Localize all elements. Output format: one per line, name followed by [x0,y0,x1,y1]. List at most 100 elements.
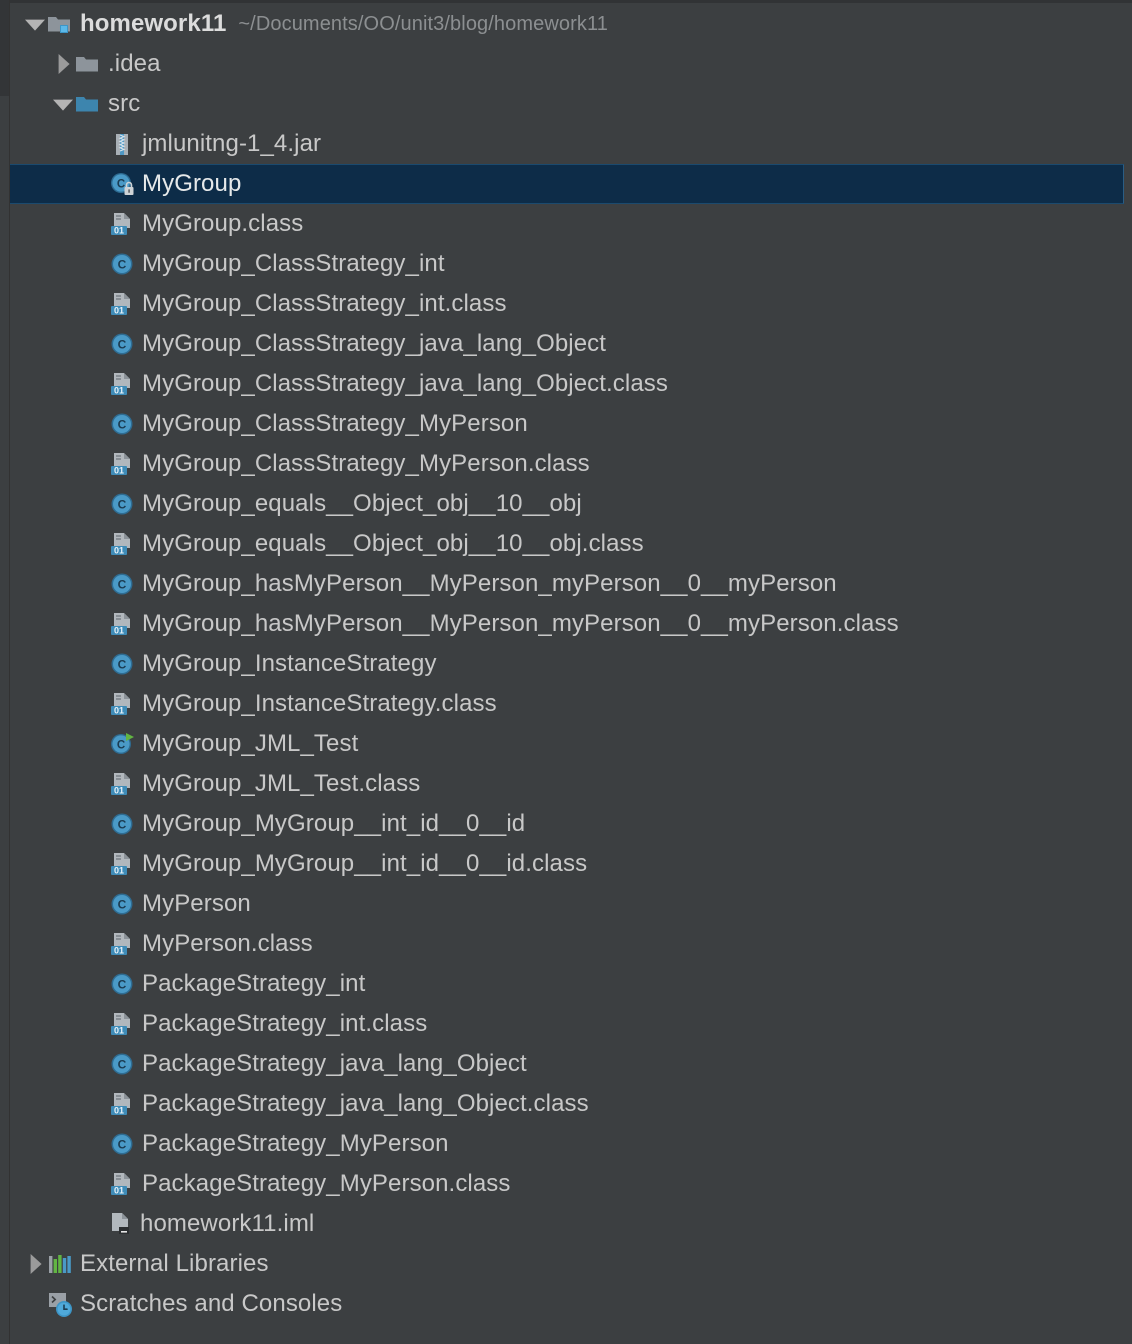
tree-row-label: MyGroup.class [142,210,304,237]
tree-row[interactable]: 01 MyPerson.class [10,924,1132,964]
tree-row-label: jmlunitng-1_4.jar [142,130,322,157]
tree-row[interactable]: 01 MyGroup_ClassStrategy_MyPerson.class [10,444,1132,484]
svg-text:C: C [118,978,127,992]
tree-row[interactable]: C MyGroup_equals__Object_obj__10__obj [10,484,1132,524]
tree-row-label: MyGroup_ClassStrategy_java_lang_Object [142,330,607,357]
tree-row[interactable]: 01 MyGroup_equals__Object_obj__10__obj.cl… [10,524,1132,564]
tree-row[interactable]: 01 MyGroup.class [10,204,1132,244]
java-class-icon: C [108,490,136,518]
java-class-icon: C [108,890,136,918]
class-file-icon: 01 [108,450,136,478]
tree-row[interactable]: 01 MyGroup_JML_Test.class [10,764,1132,804]
vertical-scrollbar[interactable] [0,0,10,1344]
tree-row-label: .idea [108,50,161,77]
class-file-icon: 01 [108,850,136,878]
tree-row[interactable]: C PackageStrategy_java_lang_Object [10,1044,1132,1084]
tree-row[interactable]: 01 MyGroup_ClassStrategy_int.class [10,284,1132,324]
tree-row-label: MyPerson.class [142,930,313,957]
java-class-icon: C [108,1130,136,1158]
tree-row-label: PackageStrategy_MyPerson [142,1130,449,1157]
tree-row[interactable]: C PackageStrategy_MyPerson [10,1124,1132,1164]
tree-row[interactable]: .idea [10,44,1132,84]
tree-row[interactable]: External Libraries [10,1244,1132,1284]
svg-text:01: 01 [114,945,124,955]
tree-row[interactable]: C MyGroup_ClassStrategy_int [10,244,1132,284]
tree-row[interactable]: C MyGroup_InstanceStrategy [10,644,1132,684]
panel-top-border [10,0,1132,3]
svg-text:C: C [117,178,125,190]
tree-row-module-root[interactable]: homework11 ~/Documents/OO/unit3/blog/home… [10,4,1132,44]
java-class-icon: C [108,250,136,278]
chevron-right-icon[interactable] [24,1244,46,1284]
chevron-down-icon[interactable] [52,84,74,124]
java-class-icon: C [108,330,136,358]
class-file-icon: 01 [108,690,136,718]
tree-row-label: MyGroup_ClassStrategy_java_lang_Object.c… [142,370,668,397]
tree-row-label: PackageStrategy_int.class [142,1010,428,1037]
tree-row[interactable]: C MyGroup_JML_Test [10,724,1132,764]
tree-row-label: MyGroup_ClassStrategy_MyPerson.class [142,450,590,477]
tree-row-label: MyGroup_hasMyPerson__MyPerson_myPerson__… [142,570,837,597]
vertical-scrollbar-thumb[interactable] [0,0,9,96]
svg-text:C: C [118,418,127,432]
chevron-right-icon[interactable] [52,44,74,84]
project-tool-window: homework11 ~/Documents/OO/unit3/blog/home… [0,0,1132,1344]
folder-icon [74,50,102,78]
svg-text:01: 01 [114,225,124,235]
class-file-icon: 01 [108,930,136,958]
svg-text:C: C [118,818,127,832]
tree-row-label: Scratches and Consoles [80,1290,343,1317]
svg-text:C: C [118,898,127,912]
class-file-icon: 01 [108,210,136,238]
java-class-icon: C [108,1050,136,1078]
tree-row-label: PackageStrategy_java_lang_Object [142,1050,527,1077]
svg-text:C: C [118,578,127,592]
tree-row[interactable]: C MyGroup [10,164,1124,204]
tree-row[interactable]: 01 PackageStrategy_MyPerson.class [10,1164,1132,1204]
tree-row[interactable]: C MyGroup_hasMyPerson__MyPerson_myPerson_… [10,564,1132,604]
tree-row-label: homework11.iml [140,1210,315,1237]
tree-row[interactable]: C PackageStrategy_int [10,964,1132,1004]
svg-text:01: 01 [114,625,124,635]
tree-row[interactable]: C MyGroup_ClassStrategy_java_lang_Object [10,324,1132,364]
tree-row-label: MyGroup_equals__Object_obj__10__obj.clas… [142,530,644,557]
chevron-down-icon[interactable] [24,4,46,44]
tree-row[interactable]: src [10,84,1132,124]
tree-row-label: MyGroup_ClassStrategy_int [142,250,445,277]
tree-row[interactable]: 01 PackageStrategy_java_lang_Object.class [10,1084,1132,1124]
tree-row[interactable]: C MyGroup_ClassStrategy_MyPerson [10,404,1132,444]
java-class-locked-icon: C [108,170,136,198]
tree-row-label: MyGroup_InstanceStrategy [142,650,437,677]
tree-row-label: src [108,90,141,117]
svg-text:01: 01 [114,465,124,475]
svg-text:01: 01 [114,385,124,395]
class-file-icon: 01 [108,1170,136,1198]
tree-row-label: MyGroup_ClassStrategy_MyPerson [142,410,528,437]
tree-row[interactable]: C MyPerson [10,884,1132,924]
class-file-icon: 01 [108,1010,136,1038]
tree-row-label: MyGroup_MyGroup__int_id__0__id.class [142,850,588,877]
svg-text:C: C [118,1058,127,1072]
tree-row[interactable]: homework11.iml [10,1204,1132,1244]
svg-text:C: C [118,498,127,512]
tree-row[interactable]: 01 MyGroup_InstanceStrategy.class [10,684,1132,724]
svg-text:01: 01 [114,1105,124,1115]
project-tree[interactable]: homework11 ~/Documents/OO/unit3/blog/home… [10,4,1132,1344]
tree-row[interactable]: 01 MyGroup_ClassStrategy_java_lang_Object… [10,364,1132,404]
tree-row-label: MyGroup_hasMyPerson__MyPerson_myPerson__… [142,610,899,637]
tree-row[interactable]: 01 PackageStrategy_int.class [10,1004,1132,1044]
svg-text:01: 01 [114,545,124,555]
svg-text:01: 01 [114,305,124,315]
class-file-icon: 01 [108,610,136,638]
class-file-icon: 01 [108,770,136,798]
svg-text:C: C [118,258,127,272]
tree-row-label: MyPerson [142,890,251,917]
tree-row-label: MyGroup_equals__Object_obj__10__obj [142,490,582,517]
tree-row[interactable]: 01 MyGroup_hasMyPerson__MyPerson_myPerson… [10,604,1132,644]
tree-row[interactable]: Scratches and Consoles [10,1284,1132,1324]
tree-row[interactable]: C MyGroup_MyGroup__int_id__0__id [10,804,1132,844]
tree-row[interactable]: jmlunitng-1_4.jar [10,124,1132,164]
tree-row[interactable]: 01 MyGroup_MyGroup__int_id__0__id.class [10,844,1132,884]
